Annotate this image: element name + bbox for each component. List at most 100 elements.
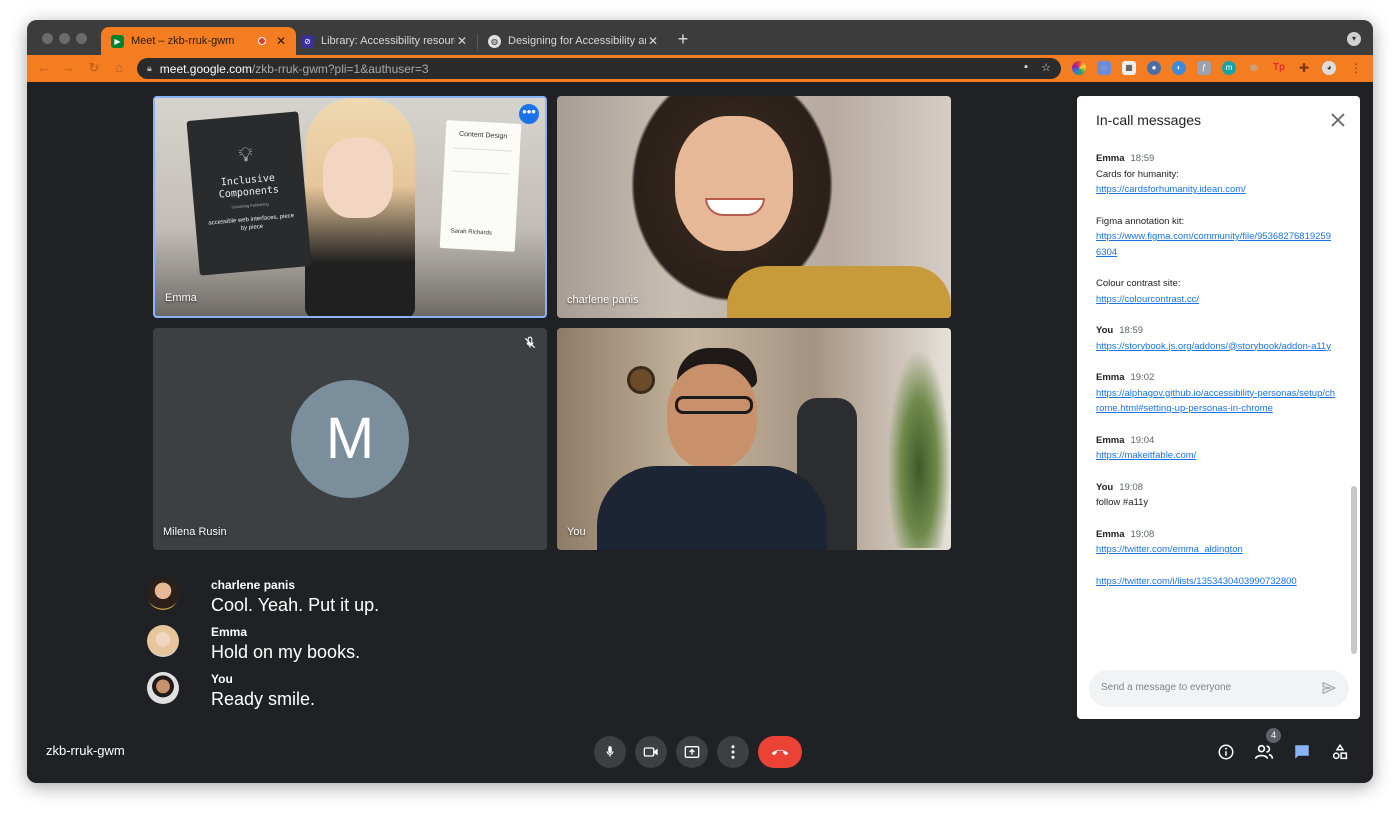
- message-text: Cards for humanity:: [1096, 168, 1179, 180]
- charlene-shirt: [727, 266, 951, 318]
- bookmark-star-icon[interactable]: ☆: [1041, 61, 1051, 74]
- tab-library[interactable]: ⊘ Library: Accessibility resources ✕: [291, 27, 477, 55]
- chat-message: Emma 18:59 Cards for humanity: https://card…: [1096, 151, 1336, 198]
- camera-icon: [643, 747, 658, 757]
- message-link[interactable]: https://alphagov.github.io/accessibility…: [1096, 386, 1336, 417]
- lightbulb-icon: 💡︎: [237, 143, 254, 167]
- close-window-icon[interactable]: [42, 33, 53, 44]
- message-header: Emma 19:02: [1096, 370, 1336, 386]
- hang-up-icon: [771, 749, 789, 756]
- people-button[interactable]: [1253, 741, 1275, 763]
- profile-avatar-icon[interactable]: ◕: [1322, 61, 1336, 75]
- caption-row: You Ready smile.: [147, 672, 315, 710]
- react-devtools-icon[interactable]: ⚛: [1247, 61, 1261, 75]
- leave-call-button[interactable]: [758, 736, 802, 768]
- chat-message: You 18:59 https://storybook.js.org/addons/…: [1096, 323, 1336, 354]
- reload-icon[interactable]: ↻: [85, 59, 103, 77]
- more-options-button[interactable]: [717, 736, 749, 768]
- close-tab-icon[interactable]: ✕: [455, 34, 469, 48]
- book-body-text: [451, 147, 512, 175]
- address-bar[interactable]: 🔒︎ meet.google.com/zkb-rruk-gwm?pli=1&au…: [137, 58, 1061, 79]
- participant-tile-milena[interactable]: M Milena Rusin: [153, 328, 547, 550]
- caption-text: Hold on my books.: [211, 642, 361, 662]
- book-subtitle: accessible web interfaces, piece by piec…: [208, 213, 295, 232]
- activities-button[interactable]: [1329, 741, 1351, 763]
- caption-speaker: charlene panis: [211, 578, 296, 592]
- message-header: You 19:08: [1096, 480, 1336, 496]
- chat-button[interactable]: [1291, 741, 1313, 763]
- tab-designing[interactable]: ◍ Designing for Accessibility and... ✕: [478, 27, 668, 55]
- participant-tile-you[interactable]: You: [557, 328, 951, 550]
- message-text: Figma annotation kit:: [1096, 215, 1185, 227]
- color-picker-extension-icon[interactable]: [1072, 61, 1086, 75]
- tab-strip: ▶ Meet – zkb-rruk-gwm ✕ ⊘ Library: Acces…: [27, 20, 1373, 55]
- participant-name: Emma: [165, 292, 197, 304]
- globe-icon: ◍: [488, 34, 501, 48]
- message-placeholder: Send a message to everyone: [1101, 682, 1232, 693]
- message-link[interactable]: https://twitter.com/i/lists/135343040399…: [1096, 574, 1336, 590]
- chat-message: https://twitter.com/i/lists/135343040399…: [1096, 574, 1336, 590]
- extensions-puzzle-icon[interactable]: ✚: [1297, 61, 1311, 75]
- close-panel-icon[interactable]: [1330, 112, 1346, 128]
- extension-icon[interactable]: ƒ: [1197, 61, 1211, 75]
- microphone-button[interactable]: [594, 736, 626, 768]
- wall-clock: [627, 366, 655, 394]
- message-scrollbar[interactable]: [1351, 486, 1357, 654]
- info-icon: [1218, 744, 1234, 760]
- extension-icon[interactable]: ◌: [1097, 61, 1111, 75]
- message-sender: Emma: [1096, 528, 1125, 540]
- book-content-design: Content Design Sarah Richards: [439, 120, 522, 252]
- message-sender: Emma: [1096, 153, 1125, 164]
- participant-tile-emma[interactable]: 💡︎ Inclusive Components Smashing Publish…: [153, 96, 547, 318]
- message-link[interactable]: https://twitter.com/emma_aldington: [1096, 542, 1336, 558]
- participant-avatar: M: [291, 380, 409, 498]
- camera-button[interactable]: [635, 736, 667, 768]
- activities-icon: [1332, 743, 1348, 760]
- browser-menu-icon[interactable]: ⋮: [1349, 61, 1363, 75]
- extension-icon[interactable]: Tp: [1272, 61, 1286, 75]
- chat-message: Emma 19:02 https://alphagov.github.io/acce…: [1096, 370, 1336, 417]
- message-header: Emma 18:59: [1096, 151, 1336, 167]
- message-link[interactable]: https://www.figma.com/community/file/953…: [1096, 229, 1336, 260]
- new-tab-button[interactable]: +: [672, 29, 694, 51]
- tab-meet[interactable]: ▶ Meet – zkb-rruk-gwm ✕: [101, 27, 296, 55]
- back-icon[interactable]: ←: [35, 59, 53, 77]
- lock-icon: 🔒︎: [147, 63, 152, 73]
- minimize-window-icon[interactable]: [59, 33, 70, 44]
- recording-indicator-icon: [258, 37, 266, 45]
- message-link[interactable]: https://cardsforhumanity.idean.com/: [1096, 182, 1336, 198]
- caption-speaker: You: [211, 672, 233, 686]
- extension-icon[interactable]: ◐: [1172, 61, 1186, 75]
- chat-message: Colour contrast site: https://colourcontr…: [1096, 276, 1336, 307]
- participant-name: You: [567, 526, 586, 538]
- in-call-messages-panel: In-call messages Emma 18:59 Cards for huma…: [1077, 96, 1360, 719]
- participant-tile-charlene[interactable]: charlene panis: [557, 96, 951, 318]
- you-shirt: [597, 466, 827, 550]
- browser-toolbar: ← → ↻ ⌂ 🔒︎ meet.google.com/zkb-rruk-gwm?…: [27, 55, 1373, 82]
- message-link[interactable]: https://storybook.js.org/addons/@storybo…: [1096, 339, 1336, 355]
- url-path: /zkb-rruk-gwm?pli=1&authuser=3: [251, 61, 429, 76]
- close-tab-icon[interactable]: ✕: [274, 34, 288, 48]
- message-input[interactable]: Send a message to everyone: [1089, 670, 1349, 707]
- tab-title: Meet – zkb-rruk-gwm: [131, 35, 235, 47]
- close-tab-icon[interactable]: ✕: [646, 34, 660, 48]
- extension-icon[interactable]: ▦: [1122, 61, 1136, 75]
- caption-text: Cool. Yeah. Put it up.: [211, 595, 380, 615]
- meeting-details-button[interactable]: [1215, 741, 1237, 763]
- message-link[interactable]: https://makeitfable.com/: [1096, 448, 1336, 464]
- zoom-window-icon[interactable]: [76, 33, 87, 44]
- extension-icon[interactable]: ●: [1147, 61, 1161, 75]
- home-icon[interactable]: ⌂: [110, 59, 128, 77]
- extension-icon[interactable]: m: [1222, 61, 1236, 75]
- present-screen-button[interactable]: [676, 736, 708, 768]
- message-link[interactable]: https://colourcontrast.cc/: [1096, 292, 1336, 308]
- participant-name: charlene panis: [567, 294, 639, 306]
- more-options-icon[interactable]: •••: [519, 104, 539, 124]
- more-vert-icon: [731, 745, 735, 759]
- tab-search-icon[interactable]: ▾: [1347, 32, 1361, 46]
- mic-off-icon: [524, 336, 536, 349]
- forward-icon[interactable]: →: [59, 59, 77, 77]
- chat-message: Emma 19:08 https://twitter.com/emma_alding…: [1096, 527, 1336, 558]
- camera-permission-icon[interactable]: ▪: [1024, 61, 1028, 73]
- send-icon[interactable]: [1321, 680, 1337, 696]
